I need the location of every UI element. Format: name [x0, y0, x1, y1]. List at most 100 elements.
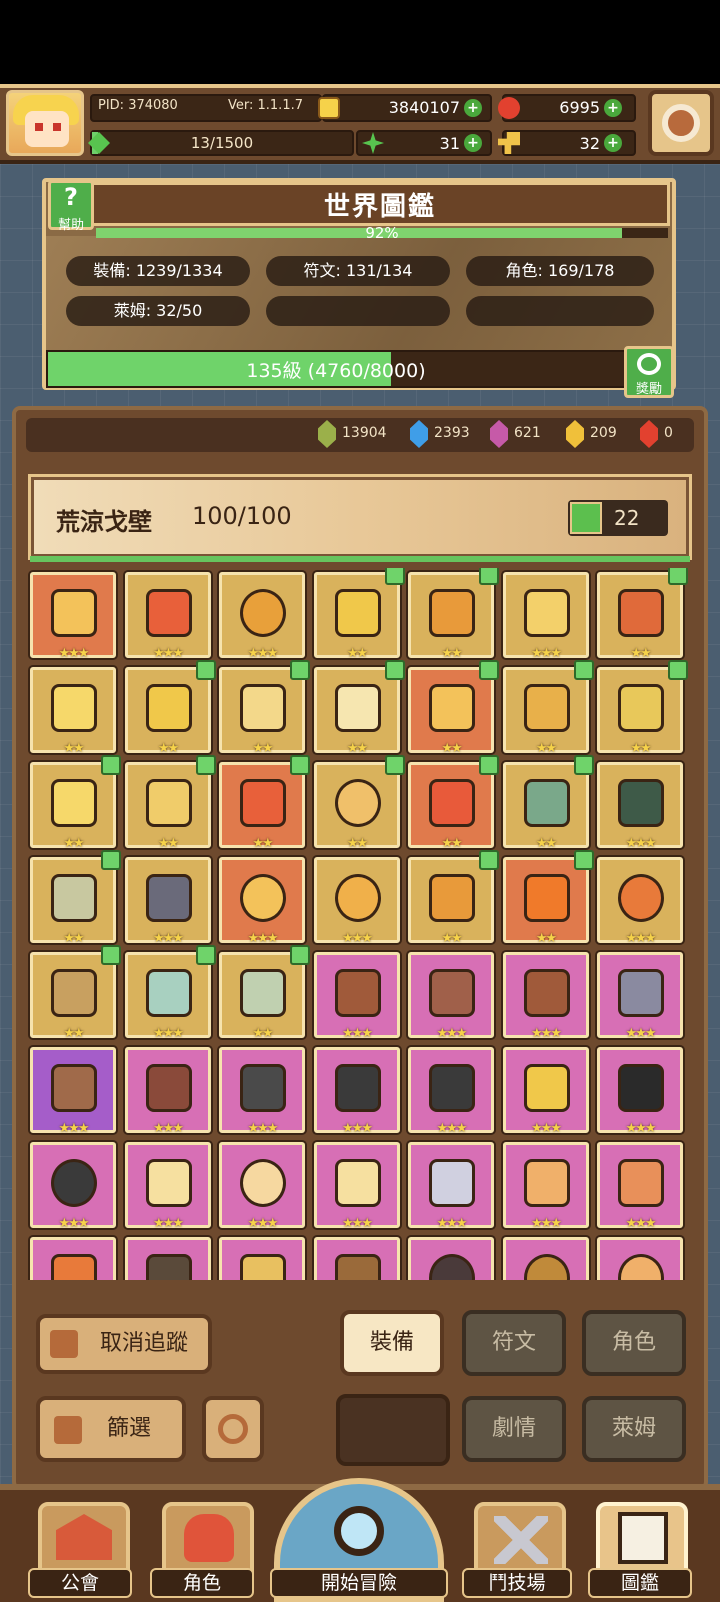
- item-card[interactable]: ★★★: [313, 952, 400, 1041]
- item-card[interactable]: ★★★: [502, 1047, 589, 1136]
- gold-counter: 3840107 +: [318, 94, 492, 122]
- tab-character[interactable]: 角色: [582, 1310, 686, 1376]
- item-card[interactable]: ★★: [219, 945, 310, 1041]
- completion-percent: 92%: [365, 224, 399, 242]
- item-card[interactable]: ★★★: [313, 1142, 400, 1231]
- item-card[interactable]: ★★: [313, 568, 405, 661]
- heart-necklace-icon: [51, 589, 97, 637]
- player-avatar[interactable]: [6, 90, 84, 156]
- item-card[interactable]: ★★★: [30, 1047, 116, 1136]
- item-card[interactable]: ★★★: [124, 1237, 211, 1280]
- armor-icon: [618, 589, 664, 637]
- item-card[interactable]: ★★★: [597, 762, 683, 851]
- item-card[interactable]: ★★: [30, 755, 121, 851]
- refresh-icon: [637, 353, 661, 375]
- item-card[interactable]: ★★★: [313, 1237, 400, 1280]
- item-card[interactable]: ★★★: [597, 857, 683, 946]
- avatar-eye-left: [35, 123, 43, 131]
- grid-icon: [54, 1416, 82, 1444]
- ring-icon: [240, 1159, 286, 1207]
- avatar-face: [25, 111, 69, 147]
- item-card[interactable]: ★★: [597, 660, 688, 756]
- item-card[interactable]: ★★: [219, 660, 310, 756]
- item-card[interactable]: ★★: [502, 660, 594, 756]
- item-card[interactable]: ★★★: [313, 1047, 400, 1136]
- item-card[interactable]: ★★★: [124, 1142, 211, 1231]
- item-card[interactable]: ★★★: [30, 1142, 116, 1231]
- untrack-button[interactable]: 取消追蹤: [36, 1314, 212, 1374]
- item-card[interactable]: ★★★: [408, 1047, 494, 1136]
- ring-icon: [523, 1254, 570, 1280]
- gem-count: 2393: [434, 425, 470, 441]
- item-card[interactable]: ★★: [597, 568, 688, 661]
- item-stars: ★★: [630, 646, 651, 661]
- item-card[interactable]: ★★: [502, 755, 594, 851]
- item-card[interactable]: ★★★: [219, 857, 305, 946]
- item-card[interactable]: ★★: [30, 945, 121, 1041]
- item-card[interactable]: ★★★: [408, 1237, 494, 1280]
- item-card[interactable]: ★★★: [30, 1237, 116, 1280]
- item-card[interactable]: ★★: [30, 667, 116, 756]
- clover-add-button[interactable]: +: [464, 134, 482, 152]
- item-card[interactable]: ★★: [219, 755, 310, 851]
- item-card[interactable]: ★★★: [597, 1142, 683, 1231]
- item-card[interactable]: ★★: [124, 660, 216, 756]
- hood-icon: [240, 1254, 286, 1280]
- item-card[interactable]: ★★★: [124, 945, 216, 1041]
- item-card[interactable]: ★★★: [408, 1142, 494, 1231]
- gold-add-button[interactable]: +: [464, 99, 482, 117]
- item-card[interactable]: ★★★: [597, 952, 683, 1041]
- item-card[interactable]: ★★★: [219, 1047, 305, 1136]
- item-card[interactable]: ★★★: [502, 952, 589, 1041]
- item-card[interactable]: ★★★: [597, 1237, 683, 1280]
- status-bar: [0, 0, 720, 84]
- item-card[interactable]: ★★: [30, 850, 121, 946]
- item-card[interactable]: ★★: [502, 850, 594, 946]
- item-card[interactable]: ★★★: [408, 952, 494, 1041]
- item-stars: ★★: [535, 741, 557, 756]
- thumbs-up-icon: [101, 850, 121, 870]
- tab-story[interactable]: 劇情: [462, 1396, 566, 1462]
- item-stars: ★★: [441, 836, 462, 851]
- gun-icon: [618, 969, 664, 1017]
- key-icon: [498, 132, 520, 154]
- filter-button[interactable]: 篩選: [36, 1396, 186, 1462]
- item-card[interactable]: ★★★: [30, 572, 116, 661]
- item-card[interactable]: ★★★: [502, 1237, 589, 1280]
- item-card[interactable]: ★★: [408, 660, 499, 756]
- reset-filter-button[interactable]: [202, 1396, 264, 1462]
- hood-icon: [618, 779, 664, 827]
- tab-equipment[interactable]: 裝備: [340, 1310, 444, 1376]
- tab-story-label: 劇情: [491, 1416, 536, 1441]
- item-card[interactable]: ★★: [408, 755, 499, 851]
- item-card[interactable]: ★★★: [502, 1142, 589, 1231]
- red-gem-add-button[interactable]: +: [604, 99, 622, 117]
- amulet-icon: [334, 874, 381, 922]
- item-card[interactable]: ★★★: [219, 1142, 305, 1231]
- settings-button[interactable]: [648, 90, 714, 156]
- item-card[interactable]: ★★★: [124, 857, 211, 946]
- item-card[interactable]: ★★★: [597, 1047, 683, 1136]
- tab-slime[interactable]: 萊姆: [582, 1396, 686, 1462]
- item-card[interactable]: ★★★: [313, 857, 400, 946]
- item-card[interactable]: ★★★: [124, 572, 211, 661]
- character-icon: [184, 1514, 234, 1562]
- item-stars: ★★: [346, 836, 368, 851]
- item-card[interactable]: ★★: [408, 850, 499, 946]
- item-card[interactable]: ★★: [124, 755, 216, 851]
- tab-rune[interactable]: 符文: [462, 1310, 566, 1376]
- item-card[interactable]: ★★: [408, 568, 499, 661]
- key-add-button[interactable]: +: [604, 134, 622, 152]
- item-card[interactable]: ★★★: [124, 1047, 211, 1136]
- gauntlet-icon: [618, 684, 664, 732]
- item-stars: ★★: [630, 741, 651, 756]
- gold-coin-icon: [318, 97, 340, 119]
- item-card[interactable]: ★★: [313, 660, 405, 756]
- zone-progress: 100/100: [192, 502, 292, 530]
- star-gem-icon: [523, 1064, 570, 1112]
- item-card[interactable]: ★★★: [502, 572, 589, 661]
- item-card[interactable]: ★★★: [219, 572, 305, 661]
- nav-adventure-label: 開始冒險: [270, 1568, 448, 1598]
- item-card[interactable]: ★★: [313, 755, 405, 851]
- item-card[interactable]: ★★★: [219, 1237, 305, 1280]
